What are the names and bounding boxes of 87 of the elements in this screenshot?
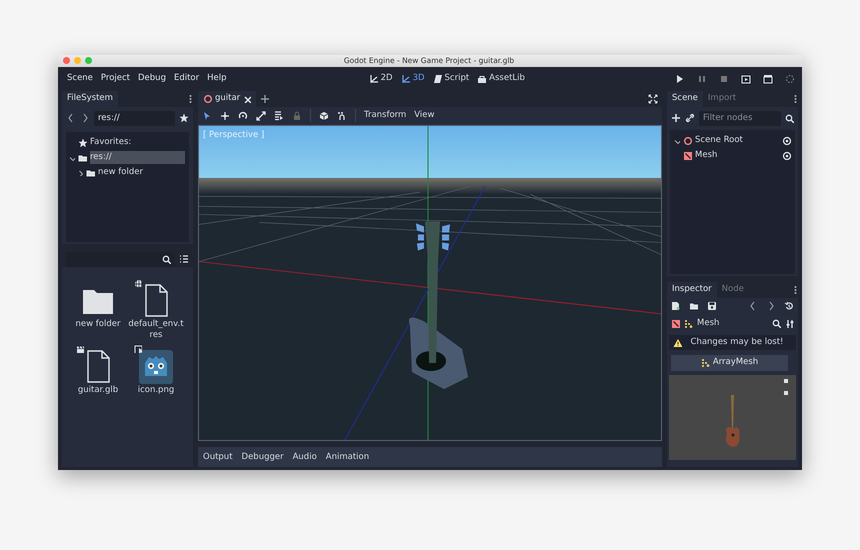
move-icon[interactable] (220, 110, 230, 121)
viewport-label: [ Perspective ] (203, 128, 264, 142)
tools-icon[interactable] (785, 318, 794, 328)
array-mesh-icon (684, 318, 693, 328)
workspace-tab[interactable]: 3D (400, 72, 425, 86)
spinner-icon[interactable] (785, 74, 795, 84)
dock-tab[interactable]: Scene (667, 90, 703, 107)
fullscreen-icon[interactable] (648, 94, 658, 104)
circle-icon (203, 94, 212, 104)
mesh-icon (671, 318, 680, 328)
mesh-icon (683, 150, 692, 160)
file-tab[interactable]: guitar (198, 90, 256, 107)
search-icon[interactable] (772, 318, 781, 328)
more-icon[interactable] (188, 94, 193, 104)
file-item[interactable]: default_env.tres (128, 282, 184, 341)
favorite-star-icon[interactable] (179, 113, 189, 124)
new-resource-icon[interactable] (671, 301, 681, 312)
link-icon[interactable] (685, 113, 695, 124)
favorites-label: Favorites: (90, 136, 132, 149)
bottom-panel-tab[interactable]: Animation (326, 450, 370, 464)
more-icon[interactable] (793, 284, 798, 295)
add-node-icon[interactable] (671, 113, 681, 124)
dock-tab[interactable]: Inspector (667, 282, 717, 298)
toolbar-menu[interactable]: View (414, 109, 434, 122)
menu-item[interactable]: Project (96, 72, 134, 86)
file-name: guitar.glb (76, 384, 120, 396)
list-view-icon[interactable] (179, 254, 189, 264)
folder-icon[interactable] (689, 301, 699, 312)
file-item[interactable]: new folder (70, 282, 126, 341)
file-name: icon.png (136, 384, 176, 396)
toolbar-menu[interactable]: Transform (364, 109, 406, 122)
workspace-tab[interactable]: AssetLib (477, 72, 525, 86)
circle-icon (683, 136, 692, 145)
axes-icon (368, 74, 379, 84)
robot-icon (138, 348, 174, 385)
bag-icon (477, 74, 488, 84)
path-field[interactable]: res:// (94, 110, 175, 126)
tree-item[interactable]: res:// (90, 150, 185, 164)
axes-icon (400, 74, 411, 84)
more-icon[interactable] (793, 94, 798, 104)
visibility-icon[interactable] (782, 136, 791, 145)
warning-icon (673, 338, 682, 347)
menu-item[interactable]: Help (203, 72, 231, 86)
tree-item[interactable]: new folder (98, 166, 143, 179)
menu-item[interactable]: Debug (134, 72, 170, 86)
star-icon (78, 138, 87, 147)
warning-text: Changes may be lost! (690, 336, 784, 349)
menu-item[interactable]: Scene (63, 72, 97, 86)
globe-icon (134, 278, 142, 287)
group-icon[interactable] (337, 110, 347, 121)
resource-button[interactable]: ArrayMesh (671, 354, 788, 371)
scene-node[interactable]: Mesh (695, 148, 779, 162)
play-scene-icon[interactable] (741, 74, 751, 84)
filter-nodes-field[interactable]: Filter nodes (699, 110, 781, 126)
bottom-panel-tab[interactable]: Debugger (242, 450, 284, 464)
lock-icon[interactable] (292, 110, 302, 121)
scene-node[interactable]: Scene Root (695, 134, 779, 147)
object-name[interactable]: Mesh (697, 316, 768, 330)
menu-item[interactable]: Editor (170, 72, 204, 86)
visibility-icon[interactable] (782, 150, 791, 160)
add-tab-icon[interactable] (260, 94, 270, 104)
bottom-panel-tab[interactable]: Audio (292, 450, 317, 464)
workspace-tab[interactable]: 2D (368, 72, 393, 86)
clapperboard-icon (76, 344, 84, 353)
search-icon (162, 254, 171, 264)
file-search-field[interactable] (66, 252, 175, 267)
cursor-icon[interactable] (202, 110, 212, 121)
file-item[interactable]: guitar.glb (70, 348, 126, 396)
clapperboard-icon[interactable] (763, 74, 773, 84)
bottom-panel-tab[interactable]: Output (203, 450, 233, 464)
history-icon[interactable] (784, 301, 794, 312)
workspace-tab[interactable]: Script (432, 72, 470, 86)
play-icon[interactable] (675, 74, 685, 84)
save-icon[interactable] (707, 301, 717, 312)
close-icon[interactable] (243, 94, 252, 103)
array-mesh-icon (700, 358, 710, 368)
cube-icon[interactable] (319, 110, 329, 121)
pause-icon[interactable] (697, 74, 707, 84)
rotate-icon[interactable] (238, 110, 248, 121)
file-item[interactable]: icon.png (128, 348, 184, 396)
stop-icon[interactable] (719, 74, 729, 84)
file-name: default_env.tres (128, 318, 184, 341)
search-icon[interactable] (785, 114, 794, 123)
scale-icon[interactable] (256, 110, 266, 121)
dock-tab[interactable]: FileSystem (62, 90, 118, 107)
file-name: new folder (74, 318, 122, 330)
list-select-icon[interactable] (274, 110, 284, 121)
